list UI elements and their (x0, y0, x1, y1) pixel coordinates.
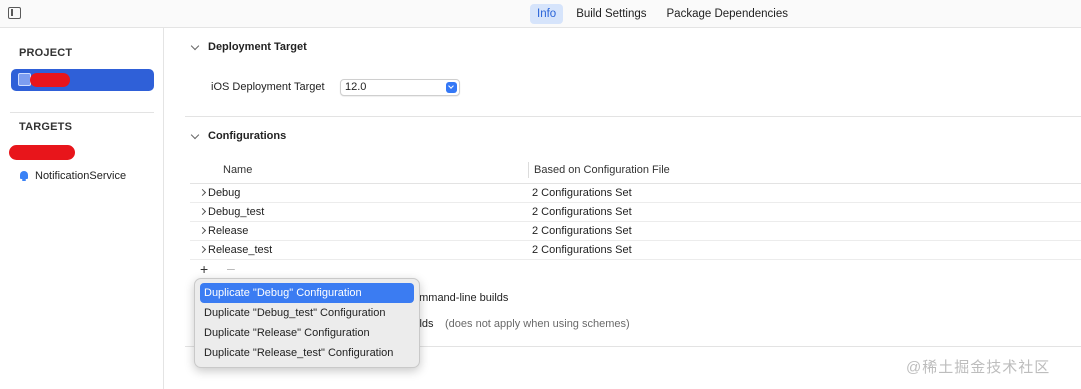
command-line-builds-label: ommand-line builds (413, 292, 509, 304)
project-section-header: PROJECT (19, 47, 73, 59)
config-based-on: 2 Configurations Set (532, 244, 632, 256)
tab-info[interactable]: Info (530, 4, 564, 24)
chevron-down-icon (446, 82, 457, 93)
watermark: @稀土掘金技术社区 (906, 359, 1051, 376)
table-row[interactable]: Debug_test 2 Configurations Set (190, 203, 1081, 222)
configurations-table: Name Based on Configuration File Debug 2… (190, 158, 1081, 260)
config-name: Debug (208, 187, 241, 199)
table-row[interactable]: Debug 2 Configurations Set (190, 184, 1081, 203)
sidebar-item-label: NotificationService (35, 170, 127, 182)
menu-item-duplicate-release[interactable]: Duplicate "Release" Configuration (200, 323, 414, 343)
editor-tabs: Info Build Settings Package Dependencies (530, 4, 795, 24)
disclosure-chevron-down-icon[interactable] (190, 130, 200, 140)
section-divider (185, 116, 1081, 117)
ios-deployment-target-select[interactable]: 12.0 (340, 79, 460, 96)
config-based-on: 2 Configurations Set (532, 187, 632, 199)
project-navigator: PROJECT TARGETS NotificationService (0, 28, 164, 389)
sidebar-item-project[interactable] (11, 69, 154, 91)
chevron-right-icon[interactable] (198, 188, 207, 197)
remove-configuration-button[interactable]: – (227, 261, 235, 275)
disclosure-chevron-down-icon[interactable] (190, 41, 200, 51)
add-configuration-button[interactable]: + (200, 262, 208, 276)
deployment-target-title: Deployment Target (208, 41, 307, 53)
menu-item-duplicate-debug[interactable]: Duplicate "Debug" Configuration (200, 283, 414, 303)
select-value: 12.0 (345, 81, 367, 93)
redaction-mark (30, 73, 70, 87)
sidebar-item-notification-service[interactable]: NotificationService (19, 170, 126, 182)
chevron-right-icon[interactable] (198, 245, 207, 254)
tab-build-settings[interactable]: Build Settings (569, 4, 653, 24)
table-header: Name Based on Configuration File (190, 158, 1081, 184)
config-name: Debug_test (208, 206, 265, 218)
duplicate-configuration-menu: Duplicate "Debug" Configuration Duplicat… (194, 278, 420, 368)
extension-bell-icon (19, 170, 30, 182)
ios-deployment-target-label: iOS Deployment Target (211, 81, 325, 93)
sidebar-toggle-icon[interactable] (8, 7, 21, 19)
schemes-note: (does not apply when using schemes) (445, 318, 630, 330)
table-row[interactable]: Release_test 2 Configurations Set (190, 241, 1081, 260)
chevron-right-icon[interactable] (198, 207, 207, 216)
column-separator (528, 162, 529, 178)
menu-item-duplicate-release-test[interactable]: Duplicate "Release_test" Configuration (200, 343, 414, 363)
column-header-based-on[interactable]: Based on Configuration File (534, 164, 670, 176)
menu-item-duplicate-debug-test[interactable]: Duplicate "Debug_test" Configuration (200, 303, 414, 323)
redaction-mark (9, 145, 75, 160)
config-name: Release (208, 225, 249, 237)
column-header-name[interactable]: Name (223, 164, 252, 176)
tab-package-dependencies[interactable]: Package Dependencies (660, 4, 795, 24)
configurations-title: Configurations (208, 130, 287, 142)
config-based-on: 2 Configurations Set (532, 206, 632, 218)
sidebar-divider (10, 112, 154, 113)
table-row[interactable]: Release 2 Configurations Set (190, 222, 1081, 241)
targets-section-header: TARGETS (19, 121, 73, 133)
editor-top-bar: Info Build Settings Package Dependencies (0, 0, 1081, 28)
chevron-right-icon[interactable] (198, 226, 207, 235)
config-based-on: 2 Configurations Set (532, 225, 632, 237)
config-name: Release_test (208, 244, 273, 256)
